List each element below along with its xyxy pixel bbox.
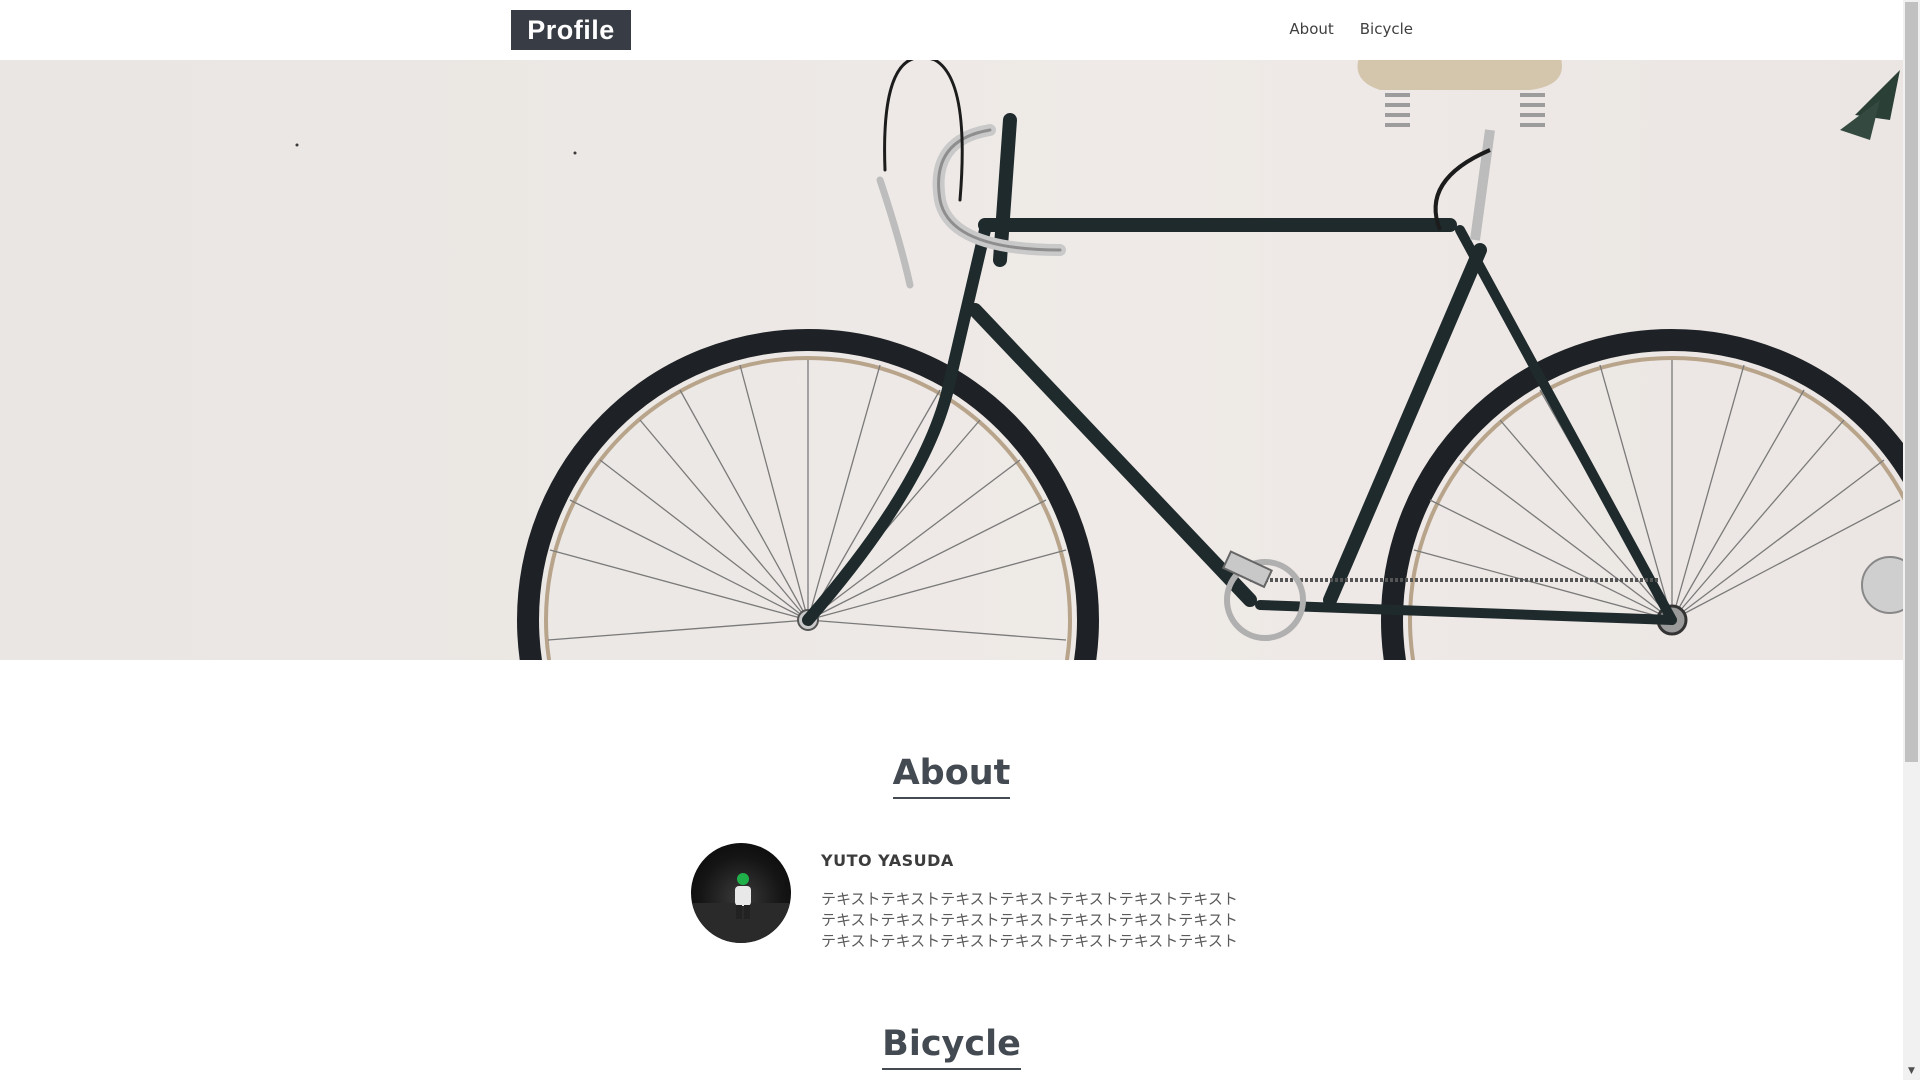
site-logo[interactable]: Profile [511,10,631,50]
scroll-down-arrow-icon[interactable]: ▼ [1903,1063,1920,1080]
about-heading: About [892,753,1011,799]
profile-text-line: テキストテキストテキストテキストテキストテキストテキスト [821,932,1238,950]
avatar [691,843,791,943]
hero-bicycle-image [0,60,1903,660]
nav-link-bicycle[interactable]: Bicycle [1360,20,1413,38]
scrollbar-thumb[interactable] [1905,2,1918,762]
profile-name: YUTO YASUDA [821,851,954,870]
nav-link-about[interactable]: About [1289,20,1333,38]
site-header: Profile About Bicycle [0,0,1903,60]
profile-text-line: テキストテキストテキストテキストテキストテキストテキスト [821,890,1238,908]
main-nav: About Bicycle [1289,20,1413,38]
bicycle-section-title: Bicycle [0,1024,1903,1070]
about-section-title: About [0,753,1903,799]
vertical-scrollbar[interactable]: ▼ [1903,0,1920,1080]
profile-text-line: テキストテキストテキストテキストテキストテキストテキスト [821,911,1238,929]
page: Profile About Bicycle About YUTO YASUDA … [0,0,1920,1080]
bicycle-heading: Bicycle [882,1024,1021,1070]
profile-description: テキストテキストテキストテキストテキストテキストテキスト テキストテキストテキス… [821,889,1238,952]
